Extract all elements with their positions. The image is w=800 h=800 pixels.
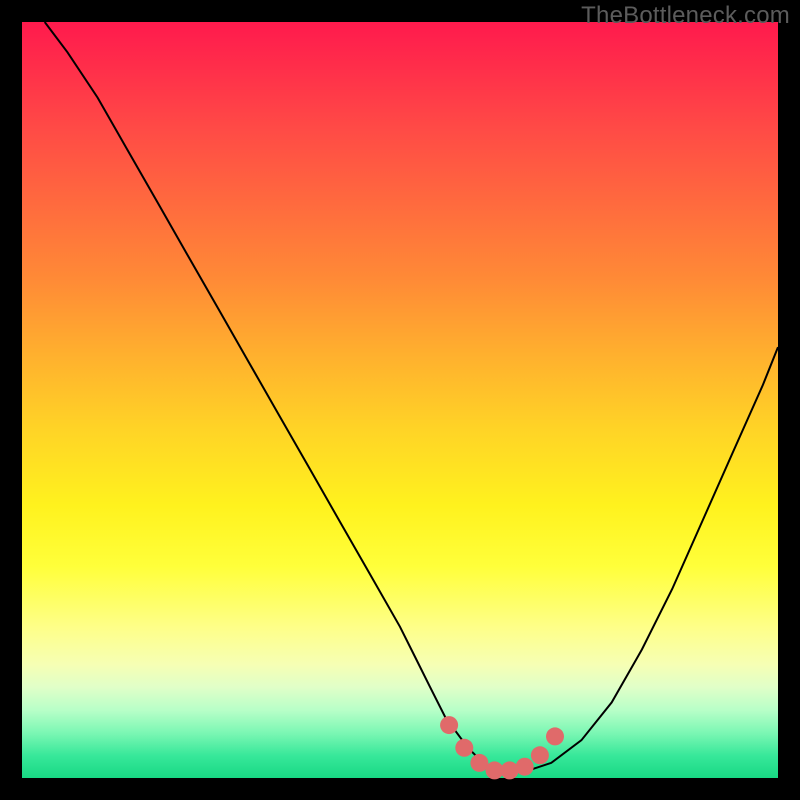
chart-plot-area <box>22 22 778 778</box>
bottleneck-curve-path <box>45 22 778 770</box>
highlight-dot <box>546 727 564 745</box>
highlight-dot <box>455 739 473 757</box>
highlight-dot <box>501 761 519 779</box>
watermark-text: TheBottleneck.com <box>581 2 790 30</box>
marker-group <box>440 716 564 779</box>
chart-svg <box>22 22 778 778</box>
highlight-dot <box>516 758 534 776</box>
chart-frame: TheBottleneck.com <box>0 0 800 800</box>
highlight-dot <box>531 746 549 764</box>
highlight-dot <box>440 716 458 734</box>
